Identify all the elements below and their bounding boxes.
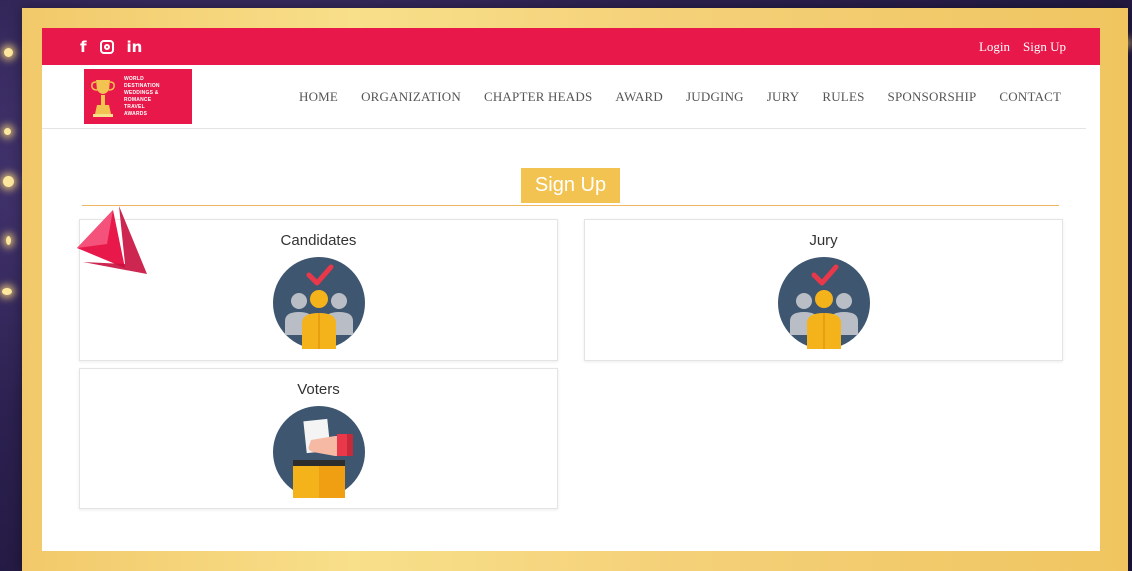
logo-line: WORLD (124, 76, 144, 82)
sparkle (3, 176, 14, 187)
candidates-card[interactable]: Candidates (79, 219, 558, 361)
site-logo[interactable]: WORLD DESTINATION WEDDINGS & ROMANCE TRA… (84, 69, 192, 124)
login-link[interactable]: Login (979, 39, 1010, 55)
nav-home[interactable]: HOME (299, 89, 338, 105)
nav-organization[interactable]: ORGANIZATION (361, 89, 461, 105)
nav-rules[interactable]: RULES (822, 89, 864, 105)
group-check-icon (777, 257, 870, 349)
logo-line: TRAVEL (124, 104, 145, 110)
page-title: Sign Up (521, 168, 620, 203)
main-nav: HOME ORGANIZATION CHAPTER HEADS AWARD JU… (299, 89, 1084, 105)
auth-links: Login Sign Up (979, 39, 1066, 55)
nav-chapter-heads[interactable]: CHAPTER HEADS (484, 89, 592, 105)
nav-contact[interactable]: CONTACT (999, 89, 1061, 105)
nav-jury[interactable]: JURY (767, 89, 800, 105)
facebook-icon[interactable]: f (80, 38, 87, 56)
logo-line: DESTINATION (124, 83, 160, 89)
linkedin-icon[interactable]: in (127, 38, 143, 56)
nav-sponsorship[interactable]: SPONSORSHIP (888, 89, 977, 105)
signup-heading-area: Sign Up (42, 168, 1100, 206)
sparkle (2, 288, 12, 295)
logo-line: ROMANCE (124, 97, 152, 103)
card-title: Jury (809, 232, 838, 249)
social-links: f in (80, 38, 142, 56)
page: f in Login Sign Up WORLD DESTINATION WED… (42, 28, 1100, 551)
navbar: WORLD DESTINATION WEDDINGS & ROMANCE TRA… (42, 65, 1086, 129)
jury-card[interactable]: Jury (584, 219, 1063, 361)
trophy-icon (91, 79, 115, 117)
nav-award[interactable]: AWARD (615, 89, 663, 105)
nav-judging[interactable]: JUDGING (686, 89, 744, 105)
heading-divider (82, 205, 1059, 206)
instagram-icon[interactable] (99, 39, 114, 54)
logo-text: WORLD DESTINATION WEDDINGS & ROMANCE TRA… (124, 76, 160, 117)
ballot-box-icon (272, 406, 365, 498)
card-title: Candidates (280, 232, 357, 249)
logo-line: AWARDS (124, 111, 148, 117)
signup-link[interactable]: Sign Up (1023, 39, 1066, 55)
pointer-arrow-icon (77, 206, 147, 274)
sparkle (4, 128, 11, 135)
sparkle (6, 236, 11, 245)
sparkle (4, 48, 13, 57)
card-title: Voters (297, 381, 340, 398)
logo-line: WEDDINGS & (124, 90, 159, 96)
top-bar: f in Login Sign Up (42, 28, 1100, 65)
voters-card[interactable]: Voters (79, 368, 558, 509)
group-check-icon (272, 257, 365, 349)
